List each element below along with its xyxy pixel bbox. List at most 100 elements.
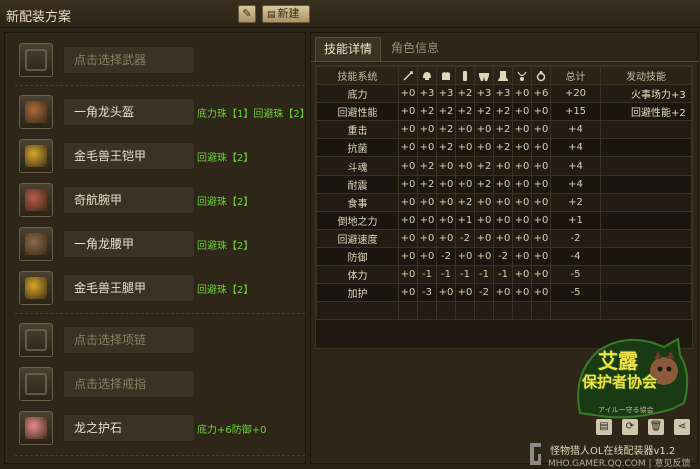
table-row: 耐震 +0 +2 +0 +0 +2 +0 +0 +0 +4 (316, 174, 692, 194)
skill-point: -1 (436, 265, 456, 285)
skill-point: +0 (493, 228, 513, 248)
slot-icon-0[interactable] (19, 43, 53, 77)
waist-armor-icon (25, 233, 47, 255)
active-skill (600, 192, 692, 212)
slot-icon-6[interactable] (19, 323, 53, 357)
skill-point: +0 (474, 228, 494, 248)
waist-col-icon (474, 65, 494, 86)
slot-name-button[interactable]: 点击选择武器 (63, 46, 195, 74)
skill-point: +0 (512, 246, 532, 267)
slot-name-button[interactable]: 一角龙头盔 (63, 98, 195, 126)
skill-point: +0 (398, 156, 418, 176)
skill-point: -2 (474, 283, 494, 303)
active-skill (600, 228, 692, 248)
skill-total: +4 (550, 174, 601, 194)
skill-point: +0 (512, 156, 532, 176)
skill-point: +0 (474, 192, 494, 212)
new-plan-button[interactable]: ▤ 新建 (262, 5, 310, 23)
slot-icon-8[interactable] (19, 411, 53, 445)
skill-point: +0 (417, 120, 437, 140)
skill-point: +1 (455, 210, 475, 230)
slot-separator (15, 85, 305, 86)
skill-point: +0 (531, 120, 551, 140)
slot-name-button[interactable]: 龙之护石 (63, 414, 195, 442)
tab-skill-details[interactable]: 技能详情 (315, 37, 382, 61)
logo-subtext: アイルー守る協会 (598, 406, 654, 414)
edit-name-button[interactable]: ✎ (238, 5, 256, 23)
active-skill (600, 210, 692, 230)
skill-point: +0 (436, 192, 456, 212)
feedback-link[interactable]: 意见反馈 (654, 459, 690, 469)
skill-point: +0 (531, 138, 551, 158)
details-panel: 技能详情 角色信息 技能系统 总计 发动技能 底力 +0 +3 +3 +2 +3… (310, 32, 699, 464)
skill-point: +3 (474, 84, 494, 104)
top-bar: 新配装方案 ✎ ▤ 新建 (0, 0, 700, 28)
slot-icon-1[interactable] (19, 95, 53, 129)
skill-name: 底力 (316, 84, 399, 104)
slot-icon-4[interactable] (19, 227, 53, 261)
table-row: 加护 +0 -3 +0 +0 -2 +0 +0 +0 -5 (316, 283, 692, 303)
skill-point: +0 (474, 246, 494, 267)
skill-point: -1 (474, 265, 494, 285)
refresh-icon: ⟳ (625, 421, 635, 432)
slot-name-button[interactable]: 金毛兽王铠甲 (63, 142, 195, 170)
empty-cell (550, 301, 601, 321)
skill-point: +0 (512, 283, 532, 303)
active-skill (600, 120, 692, 140)
skill-point: +0 (493, 210, 513, 230)
slot-icon-2[interactable] (19, 139, 53, 173)
slot-icon-7[interactable] (19, 367, 53, 401)
slot-decorations: 底力珠【1】回避珠【2】 (197, 109, 310, 120)
skill-total: +2 (550, 192, 601, 212)
slot-name-button[interactable]: 点击选择戒指 (63, 370, 195, 398)
skill-point: +0 (398, 120, 418, 140)
share-button[interactable]: ⋖ (674, 419, 690, 435)
save-button[interactable]: ▤ (596, 419, 612, 435)
slot-decorations: 回避珠【2】 (197, 197, 254, 208)
slot-name-button[interactable]: 点击选择项链 (63, 326, 195, 354)
tab-character-info[interactable]: 角色信息 (383, 37, 447, 61)
empty-cell (455, 301, 475, 321)
skill-point: +0 (417, 228, 437, 248)
skill-point: +0 (531, 210, 551, 230)
slot-name-button[interactable]: 一角龙腰甲 (63, 230, 195, 258)
footer-divider: | (648, 459, 652, 469)
slot-name-button[interactable]: 金毛兽王腿甲 (63, 274, 195, 302)
skill-point: +0 (398, 210, 418, 230)
skill-point: +0 (512, 174, 532, 194)
table-row: 体力 +0 -1 -1 -1 -1 -1 +0 +0 -5 (316, 265, 692, 285)
empty-cell (531, 301, 551, 321)
leg-col-icon (493, 65, 513, 86)
skill-point: +2 (474, 174, 494, 194)
weapon-icon (25, 49, 47, 71)
skill-point: -2 (455, 228, 475, 248)
skill-total: +4 (550, 156, 601, 176)
empty-cell (398, 301, 418, 321)
skill-point: +0 (531, 246, 551, 267)
table-row: 食事 +0 +0 +0 +2 +0 +0 +0 +0 +2 (316, 192, 692, 212)
refresh-button[interactable]: ⟳ (622, 419, 638, 435)
skill-point: +2 (436, 102, 456, 122)
skill-point: +2 (417, 156, 437, 176)
active-skill (600, 156, 692, 176)
slot-icon-5[interactable] (19, 271, 53, 305)
skill-point: +0 (493, 156, 513, 176)
logo-text-line2: 保护者协会 (582, 373, 658, 391)
active-skill: 火事场力+3 (600, 84, 692, 104)
slot-icon-3[interactable] (19, 183, 53, 217)
delete-button[interactable]: 🗑 (648, 419, 664, 435)
skill-point: -2 (436, 246, 456, 267)
helmet-icon (25, 101, 47, 123)
skill-point: +2 (493, 102, 513, 122)
skill-name: 抗菌 (316, 138, 399, 158)
skill-point: +0 (455, 283, 475, 303)
col-skill-system: 技能系统 (316, 65, 399, 86)
skill-point: +0 (398, 102, 418, 122)
site-link[interactable]: MHO.GAMER.QQ.COM (548, 459, 646, 469)
skill-point: +0 (493, 192, 513, 212)
slot-name-button[interactable]: 奇航腕甲 (63, 186, 195, 214)
skill-point: +3 (417, 84, 437, 104)
active-skill (600, 246, 692, 267)
skill-name: 重击 (316, 120, 399, 140)
arm-col-icon (455, 65, 475, 86)
